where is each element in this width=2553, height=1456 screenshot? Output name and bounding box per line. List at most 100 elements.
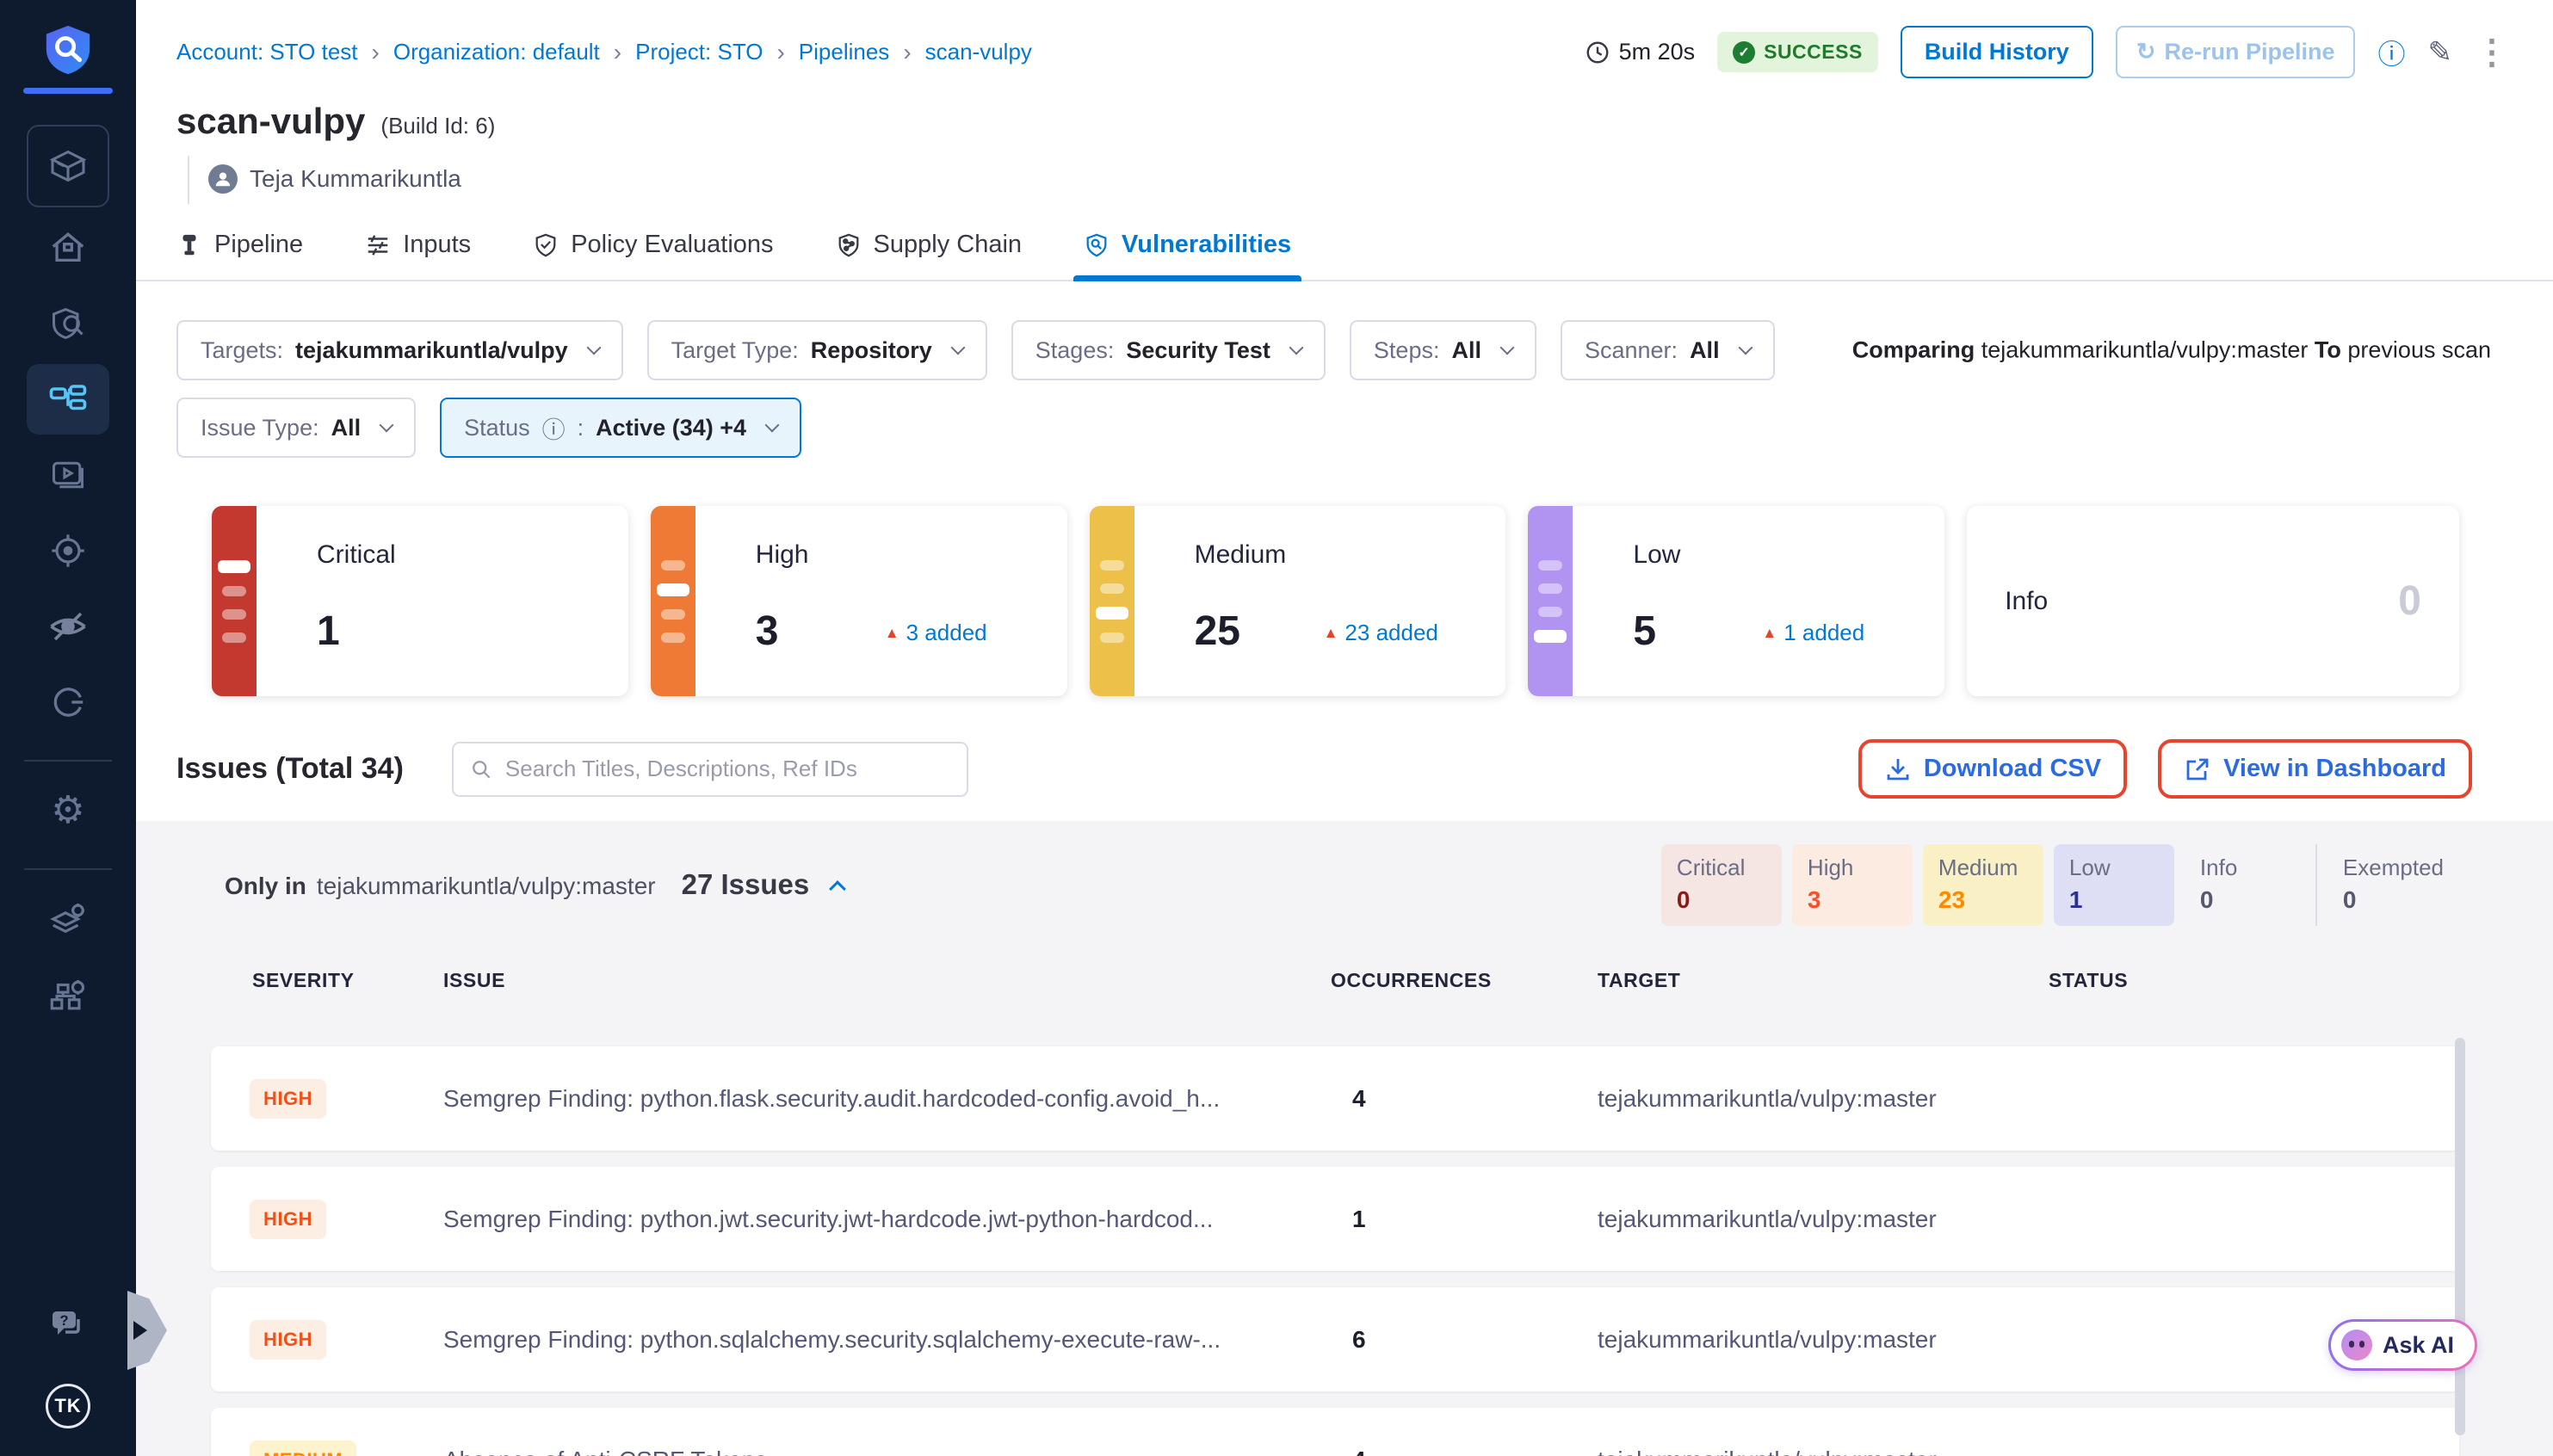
info-card[interactable]: Info 0 — [1967, 506, 2459, 696]
download-icon — [1884, 756, 1912, 783]
added-note: ▲ 23 added — [1324, 620, 1438, 646]
issues-rows: HIGH Semgrep Finding: python.flask.secur… — [211, 1046, 2459, 1456]
tab-pipeline[interactable]: Pipeline — [176, 231, 303, 280]
steps-filter[interactable]: Steps: All — [1350, 320, 1536, 380]
author-name: Teja Kummarikuntla — [250, 165, 461, 193]
chip-label: Info — [2200, 854, 2290, 881]
left-sidebar: ⚙ ? TK — [0, 0, 136, 1456]
tab-policy-evaluations[interactable]: Policy Evaluations — [533, 231, 773, 280]
view-in-dashboard-button[interactable]: View in Dashboard — [2158, 739, 2472, 799]
table-row[interactable]: MEDIUM Absence of Anti-CSRF Tokens 4 tej… — [211, 1408, 2459, 1456]
sidebar-item-overview[interactable] — [27, 213, 109, 283]
filter-label: Target Type: — [671, 337, 799, 364]
info-icon[interactable]: ⓘ — [2377, 33, 2405, 72]
collapse-chevron-icon[interactable] — [829, 880, 846, 898]
download-csv-button[interactable]: Download CSV — [1858, 739, 2127, 799]
settings-gear-icon: ⚙ — [51, 792, 84, 830]
table-scrollbar[interactable] — [2455, 1038, 2465, 1435]
breadcrumb-current[interactable]: scan-vulpy — [925, 39, 1032, 65]
sidebar-item-default-settings[interactable] — [27, 884, 109, 954]
sidebar-divider — [24, 868, 112, 870]
stages-filter[interactable]: Stages: Security Test — [1011, 320, 1326, 380]
added-note: ▲ 3 added — [885, 620, 987, 646]
sidebar-item-targets[interactable] — [27, 515, 109, 586]
breadcrumb: Account: STO test › Organization: defaul… — [176, 39, 1032, 66]
chip-low[interactable]: Low 1 — [2054, 844, 2174, 926]
tab-inputs[interactable]: Inputs — [365, 231, 471, 280]
svg-text:?: ? — [59, 1313, 68, 1329]
pipeline-tab-icon — [176, 232, 202, 258]
ask-ai-button[interactable]: Ask AI — [2328, 1319, 2477, 1371]
card-label: Critical — [317, 540, 396, 570]
column-header-occurrences: OCCURRENCES — [1331, 969, 1492, 992]
user-avatar[interactable]: TK — [46, 1384, 90, 1428]
critical-card[interactable]: Critical 1 — [212, 506, 628, 696]
org-structure-icon — [48, 975, 88, 1015]
search-input[interactable] — [505, 756, 951, 782]
rerun-pipeline-button[interactable]: ↻ Re-run Pipeline — [2116, 26, 2356, 78]
medium-card[interactable]: Medium 25 ▲ 23 added — [1090, 506, 1506, 696]
added-text: 23 added — [1344, 620, 1437, 646]
rerun-label: Re-run Pipeline — [2164, 39, 2334, 65]
card-count: 5 — [1633, 608, 1656, 655]
external-link-icon — [2184, 756, 2211, 783]
sidebar-item-exemptions[interactable] — [27, 591, 109, 662]
chip-critical[interactable]: Critical 0 — [1661, 844, 1782, 926]
low-card[interactable]: Low 5 ▲ 1 added — [1528, 506, 1944, 696]
user-icon — [208, 164, 238, 194]
filter-row-1: Targets: tejakummarikuntla/vulpy Target … — [136, 320, 2553, 380]
more-options-icon[interactable]: ⋮ — [2475, 39, 2509, 66]
chip-info[interactable]: Info 0 — [2185, 844, 2305, 926]
group-issue-count: 27 Issues — [682, 868, 810, 901]
issue-type-filter[interactable]: Issue Type: All — [176, 398, 416, 458]
ai-face-icon — [2341, 1330, 2372, 1360]
targets-filter[interactable]: Targets: tejakummarikuntla/vulpy — [176, 320, 623, 380]
triangle-up-icon: ▲ — [885, 625, 899, 642]
sidebar-item-org-structure[interactable] — [27, 959, 109, 1030]
breadcrumb-organization[interactable]: Organization: default — [393, 39, 600, 65]
breadcrumb-project[interactable]: Project: STO — [635, 39, 763, 65]
chip-exempted[interactable]: Exempted 0 — [2327, 844, 2459, 926]
scanner-filter[interactable]: Scanner: All — [1561, 320, 1775, 380]
sidebar-item-scans[interactable] — [27, 288, 109, 359]
toolbar-actions: Download CSV View in Dashboard — [1858, 739, 2472, 799]
module-selector[interactable] — [27, 125, 109, 207]
table-row[interactable]: HIGH Semgrep Finding: python.jwt.securit… — [211, 1167, 2459, 1271]
issues-toolbar: Issues (Total 34) Download CSV — [136, 739, 2553, 821]
getting-started-gauge-icon — [48, 682, 88, 722]
chip-value: 0 — [1677, 886, 1766, 914]
tab-vulnerabilities[interactable]: Vulnerabilities — [1084, 231, 1291, 280]
low-gauge-icon — [1528, 506, 1573, 696]
occurrences-value: 4 — [1352, 1447, 1366, 1456]
table-row[interactable]: HIGH Semgrep Finding: python.flask.secur… — [211, 1046, 2459, 1151]
table-row[interactable]: HIGH Semgrep Finding: python.sqlalchemy.… — [211, 1287, 2459, 1391]
target-type-filter[interactable]: Target Type: Repository — [647, 320, 987, 380]
sidebar-item-executions[interactable] — [27, 440, 109, 510]
module-cube-icon — [47, 145, 89, 187]
high-card[interactable]: High 3 ▲ 3 added — [651, 506, 1067, 696]
chip-medium[interactable]: Medium 23 — [1923, 844, 2043, 926]
filter-value: Repository — [811, 337, 932, 364]
chip-high[interactable]: High 3 — [1792, 844, 1913, 926]
severity-badge: HIGH — [250, 1320, 326, 1360]
severity-badge: HIGH — [250, 1079, 326, 1119]
sto-shield-logo-icon — [41, 22, 95, 76]
breadcrumb-pipelines[interactable]: Pipelines — [799, 39, 890, 65]
tab-supply-chain[interactable]: Supply Chain — [836, 231, 1023, 280]
app-root: ⚙ ? TK — [0, 0, 2553, 1456]
help-button[interactable]: ? — [27, 1289, 109, 1360]
sto-logo[interactable] — [23, 22, 113, 94]
issues-search[interactable] — [452, 742, 968, 797]
layers-gear-icon — [48, 899, 88, 939]
build-history-button[interactable]: Build History — [1901, 26, 2093, 78]
sidebar-item-pipelines[interactable] — [27, 364, 109, 435]
edit-pipeline-icon[interactable]: ✎ — [2428, 35, 2453, 70]
duration: 5m 20s — [1585, 39, 1696, 65]
target-value: tejakummarikuntla/vulpy:master — [1598, 1447, 1937, 1456]
added-note: ▲ 1 added — [1762, 620, 1864, 646]
breadcrumb-account[interactable]: Account: STO test — [176, 39, 358, 65]
chip-label: High — [1808, 854, 1897, 881]
sidebar-item-getting-started[interactable] — [27, 667, 109, 737]
sidebar-item-settings[interactable]: ⚙ — [27, 775, 109, 846]
status-filter[interactable]: Status ⓘ : Active (34) +4 — [440, 398, 801, 458]
